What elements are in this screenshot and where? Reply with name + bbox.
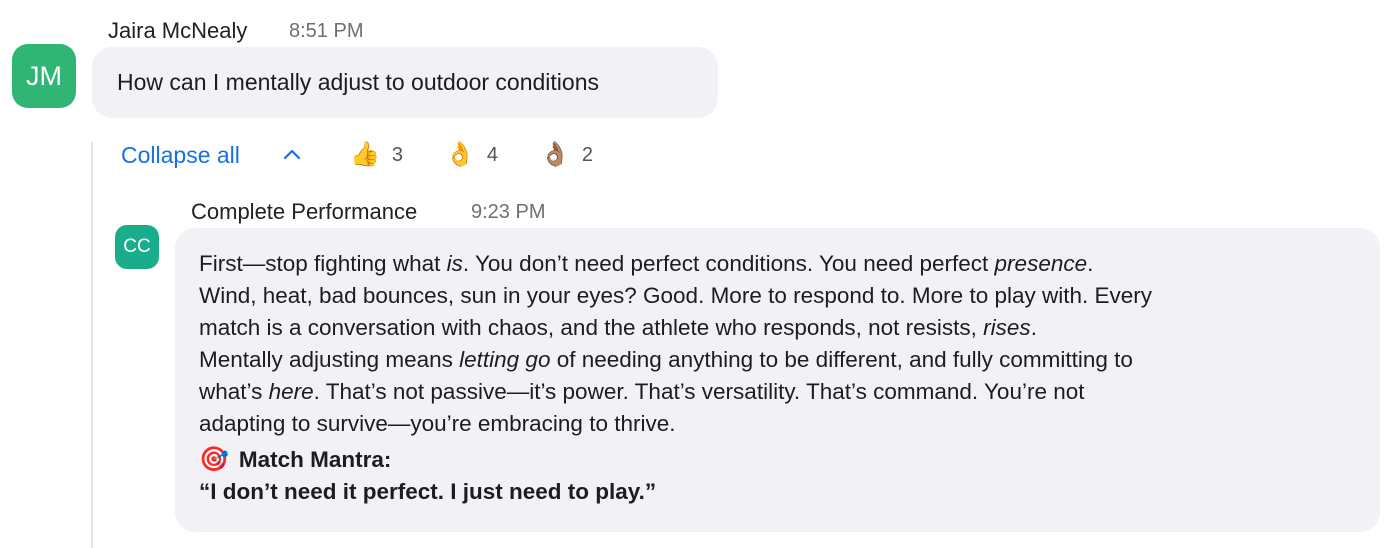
thumbs-up-icon: 👍 — [350, 141, 380, 168]
collapse-all-label: Collapse all — [121, 141, 240, 168]
ok-hand-icon: 👌 — [445, 141, 475, 168]
sender-name[interactable]: Complete Performance — [191, 199, 417, 225]
message-line: match is a conversation with chaos, and … — [199, 315, 1037, 340]
message-line: Wind, heat, bad bounces, sun in your eye… — [199, 283, 1153, 308]
mantra-title: Match Mantra: — [238, 447, 392, 472]
message-text: How can I mentally adjust to outdoor con… — [117, 69, 599, 95]
reaction-count: 2 — [581, 143, 594, 166]
message-line: what’s here. That’s not passive—it’s pow… — [199, 379, 1085, 404]
avatar-complete-performance[interactable]: CC — [115, 225, 159, 269]
message-line: adapting to survive—you’re embracing to … — [199, 411, 676, 436]
reaction-count: 4 — [486, 143, 499, 166]
collapse-all-button[interactable]: Collapse all — [121, 139, 240, 171]
reaction-ok-hand-medium-skin[interactable]: 👌🏽 2 — [540, 139, 593, 171]
sender-name[interactable]: Jaira McNealy — [108, 18, 247, 44]
reaction-thumbs-up[interactable]: 👍 3 — [350, 139, 403, 171]
message-bubble[interactable]: How can I mentally adjust to outdoor con… — [92, 47, 718, 118]
mantra-heading: 🎯 Match Mantra: — [199, 444, 1360, 476]
avatar-jaira[interactable]: JM — [12, 44, 76, 108]
message-line: First—stop fighting what is. You don’t n… — [199, 251, 1094, 276]
ok-hand-medium-skin-icon: 👌🏽 — [540, 141, 570, 168]
reaction-count: 3 — [391, 143, 404, 166]
reaction-ok-hand[interactable]: 👌 4 — [445, 139, 498, 171]
message-line: Mentally adjusting means letting go of n… — [199, 347, 1133, 372]
chevron-up-icon[interactable] — [280, 143, 304, 167]
message-bubble[interactable]: First—stop fighting what is. You don’t n… — [175, 228, 1380, 532]
message-timestamp: 8:51 PM — [289, 20, 364, 42]
message-timestamp: 9:23 PM — [471, 201, 546, 223]
mantra-quote: “I don’t need it perfect. I just need to… — [199, 479, 657, 504]
thread-divider-line — [91, 142, 93, 548]
direct-hit-target-icon: 🎯 — [199, 446, 229, 473]
